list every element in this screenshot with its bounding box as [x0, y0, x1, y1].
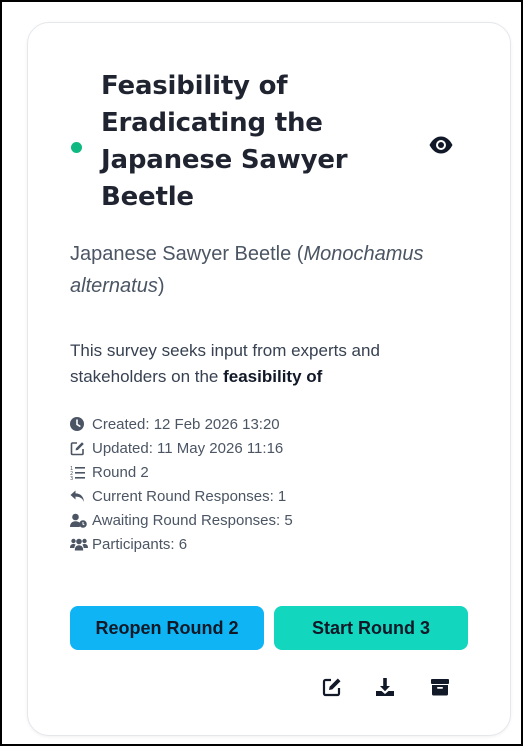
archive-icon[interactable] [428, 675, 452, 699]
edit-icon[interactable] [320, 675, 344, 699]
reply-icon [70, 487, 92, 505]
survey-title[interactable]: Feasibility of Eradicating the Japanese … [101, 68, 401, 216]
download-icon[interactable] [373, 675, 397, 699]
survey-description: This survey seeks input from experts and… [70, 338, 470, 390]
edit-icon [70, 439, 92, 457]
meta-participants: Participants: 6 [70, 532, 470, 556]
start-round-button[interactable]: Start Round 3 [274, 606, 468, 650]
eye-icon[interactable] [428, 134, 454, 156]
numbered-list-icon: 1 2 3 [70, 463, 92, 481]
meta-updated: Updated: 11 May 2026 11:16 [70, 436, 470, 460]
subtitle-common-name: Japanese Sawyer Beetle ( [70, 243, 304, 265]
clock-icon [70, 415, 92, 433]
awaiting-responses-text: Awaiting Round Responses: 5 [92, 511, 293, 529]
description-bold-text: feasibility of [223, 367, 323, 386]
user-clock-icon [70, 511, 92, 529]
created-text: Created: 12 Feb 2026 13:20 [92, 415, 280, 433]
meta-round: 1 2 3 Round 2 [70, 460, 470, 484]
meta-current-responses: Current Round Responses: 1 [70, 484, 470, 508]
svg-text:3: 3 [70, 476, 73, 480]
updated-text: Updated: 11 May 2026 11:16 [92, 439, 284, 457]
round-text: Round 2 [92, 463, 149, 481]
participants-text: Participants: 6 [92, 535, 188, 553]
status-indicator-dot [71, 142, 82, 153]
subtitle-close-paren: ) [157, 275, 165, 297]
survey-meta-list: Created: 12 Feb 2026 13:20 Updated: 11 M… [70, 412, 470, 556]
species-subtitle: Japanese Sawyer Beetle (Monochamus alter… [70, 238, 480, 302]
meta-created: Created: 12 Feb 2026 13:20 [70, 412, 470, 436]
meta-awaiting-responses: Awaiting Round Responses: 5 [70, 508, 470, 532]
users-icon [70, 535, 92, 553]
reopen-round-button[interactable]: Reopen Round 2 [70, 606, 264, 650]
current-responses-text: Current Round Responses: 1 [92, 487, 287, 505]
